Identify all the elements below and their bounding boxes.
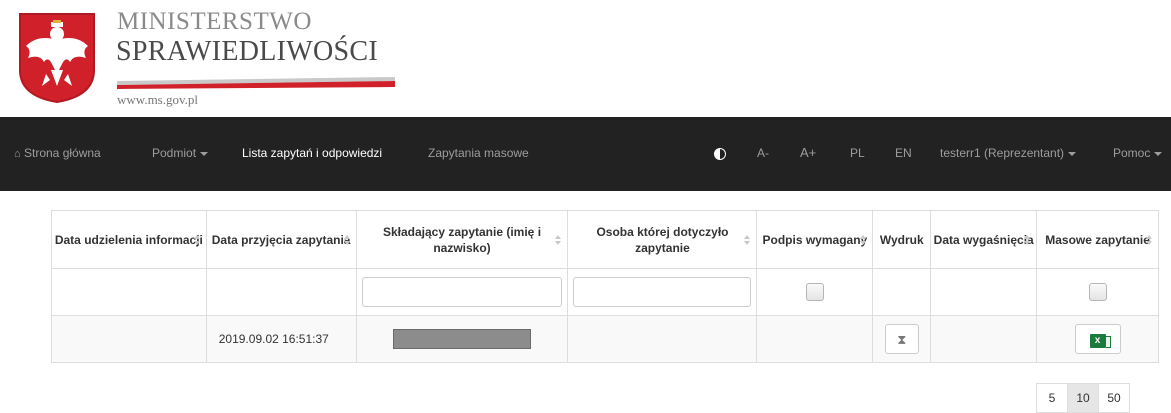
table-header-row: Data udzielenia informacji Data przyjęci… bbox=[51, 210, 1159, 269]
nav-home[interactable]: ⌂ Strona główna bbox=[14, 146, 101, 160]
chevron-down-icon bbox=[1068, 151, 1077, 156]
page-size-10[interactable]: 10 bbox=[1067, 383, 1099, 413]
column-header[interactable]: Data wygaśnięcia bbox=[930, 210, 1038, 269]
chevron-down-icon bbox=[200, 151, 209, 156]
column-header[interactable]: Podpis wymagany bbox=[756, 210, 874, 269]
page-size-5[interactable]: 5 bbox=[1036, 383, 1068, 413]
column-header[interactable]: Data przyjęcia zapytania bbox=[205, 210, 357, 269]
contrast-icon bbox=[714, 147, 726, 160]
excel-export-button[interactable]: x bbox=[1074, 324, 1121, 354]
sort-icon bbox=[1146, 235, 1152, 245]
requests-table: Data udzielenia informacji Data przyjęci… bbox=[51, 210, 1159, 363]
nav-home-label: Strona główna bbox=[24, 146, 101, 160]
sort-icon bbox=[193, 235, 200, 245]
column-header-label: Składający zapytanie (imię i nazwisko) bbox=[382, 224, 542, 255]
print-button[interactable]: ⧗ bbox=[884, 324, 919, 354]
column-header[interactable]: Składający zapytanie (imię i nazwisko) bbox=[355, 210, 569, 269]
filter-cell bbox=[51, 268, 207, 316]
filter-person-input[interactable] bbox=[573, 277, 752, 307]
home-icon: ⌂ bbox=[14, 148, 21, 160]
polish-eagle-emblem-icon bbox=[19, 13, 95, 104]
user-menu-dropdown[interactable]: testerr1 (Reprezentant) bbox=[940, 146, 1077, 160]
font-smaller-button[interactable]: A- bbox=[757, 146, 769, 160]
user-menu-label: testerr1 (Reprezentant) bbox=[940, 146, 1065, 160]
lang-en-button[interactable]: EN bbox=[895, 146, 912, 160]
column-header-label: Podpis wymagany bbox=[762, 232, 868, 247]
nav-podmiot-dropdown[interactable]: Podmiot bbox=[152, 146, 209, 160]
filter-row bbox=[51, 268, 1159, 316]
table-cell bbox=[930, 315, 1038, 363]
column-header-label: Data udzielenia informacji bbox=[54, 232, 203, 247]
excel-icon: x bbox=[1089, 333, 1111, 348]
table-cell bbox=[756, 315, 874, 363]
table-cell bbox=[355, 315, 569, 363]
table-row: 2019.09.02 16:51:37 ⧗ x bbox=[51, 315, 1159, 363]
sort-icon bbox=[744, 235, 751, 245]
page-size-selector: 5 10 50 bbox=[1036, 383, 1130, 413]
redacted-name-bar bbox=[393, 329, 531, 349]
filter-bulk-checkbox[interactable] bbox=[1088, 283, 1107, 301]
column-header[interactable]: Masowe zapytanie bbox=[1036, 210, 1159, 269]
nav-lista[interactable]: Lista zapytań i odpowiedzi bbox=[242, 146, 382, 160]
filter-cell bbox=[930, 268, 1038, 316]
table-cell bbox=[567, 315, 758, 363]
contrast-toggle[interactable] bbox=[714, 146, 726, 160]
chevron-down-icon bbox=[1154, 151, 1163, 156]
sort-icon bbox=[860, 235, 867, 245]
filter-cell bbox=[567, 268, 758, 316]
flag-stripe-decoration bbox=[117, 77, 395, 89]
hourglass-icon: ⧗ bbox=[897, 332, 907, 347]
column-header[interactable]: Osoba której dotyczyło zapytanie bbox=[567, 210, 758, 269]
main-navbar: ⌂ Strona główna Podmiot Lista zapytań i … bbox=[0, 117, 1171, 191]
site-header: MINISTERSTWO SPRAWIEDLIWOŚCI www.ms.gov.… bbox=[0, 0, 1171, 117]
sort-icon bbox=[1024, 235, 1031, 245]
filter-cell bbox=[205, 268, 357, 316]
filter-cell bbox=[355, 268, 569, 316]
font-larger-button[interactable]: A+ bbox=[800, 145, 816, 160]
table-cell: x bbox=[1036, 315, 1159, 363]
column-header: Wydruk bbox=[872, 210, 932, 269]
ministry-title-main: SPRAWIEDLIWOŚCI bbox=[116, 36, 379, 67]
filter-requester-input[interactable] bbox=[362, 277, 562, 307]
filter-cell bbox=[1036, 268, 1159, 316]
page-size-50[interactable]: 50 bbox=[1098, 383, 1130, 413]
column-header-label: Wydruk bbox=[879, 232, 924, 247]
site-url[interactable]: www.ms.gov.pl bbox=[117, 92, 198, 108]
table-cell bbox=[51, 315, 207, 363]
nav-masowe[interactable]: Zapytania masowe bbox=[428, 146, 529, 160]
received-date-cell: 2019.09.02 16:51:37 bbox=[205, 315, 357, 363]
filter-signature-checkbox[interactable] bbox=[805, 283, 824, 301]
table-cell: ⧗ bbox=[872, 315, 932, 363]
filter-cell bbox=[756, 268, 874, 316]
nav-podmiot-label: Podmiot bbox=[152, 146, 197, 160]
sort-icon bbox=[555, 235, 562, 245]
column-header-label: Data przyjęcia zapytania bbox=[211, 232, 351, 247]
column-header-label: Osoba której dotyczyło zapytanie bbox=[596, 224, 729, 255]
column-header[interactable]: Data udzielenia informacji bbox=[51, 210, 207, 269]
sort-icon bbox=[343, 235, 350, 245]
filter-cell bbox=[872, 268, 932, 316]
lang-pl-button[interactable]: PL bbox=[850, 146, 865, 160]
help-menu-dropdown[interactable]: Pomoc bbox=[1113, 146, 1163, 160]
column-header-label: Data wygaśnięcia bbox=[933, 232, 1034, 247]
help-menu-label: Pomoc bbox=[1113, 146, 1151, 160]
column-header-label: Masowe zapytanie bbox=[1045, 232, 1150, 247]
ministry-title-top: MINISTERSTWO bbox=[117, 8, 312, 35]
